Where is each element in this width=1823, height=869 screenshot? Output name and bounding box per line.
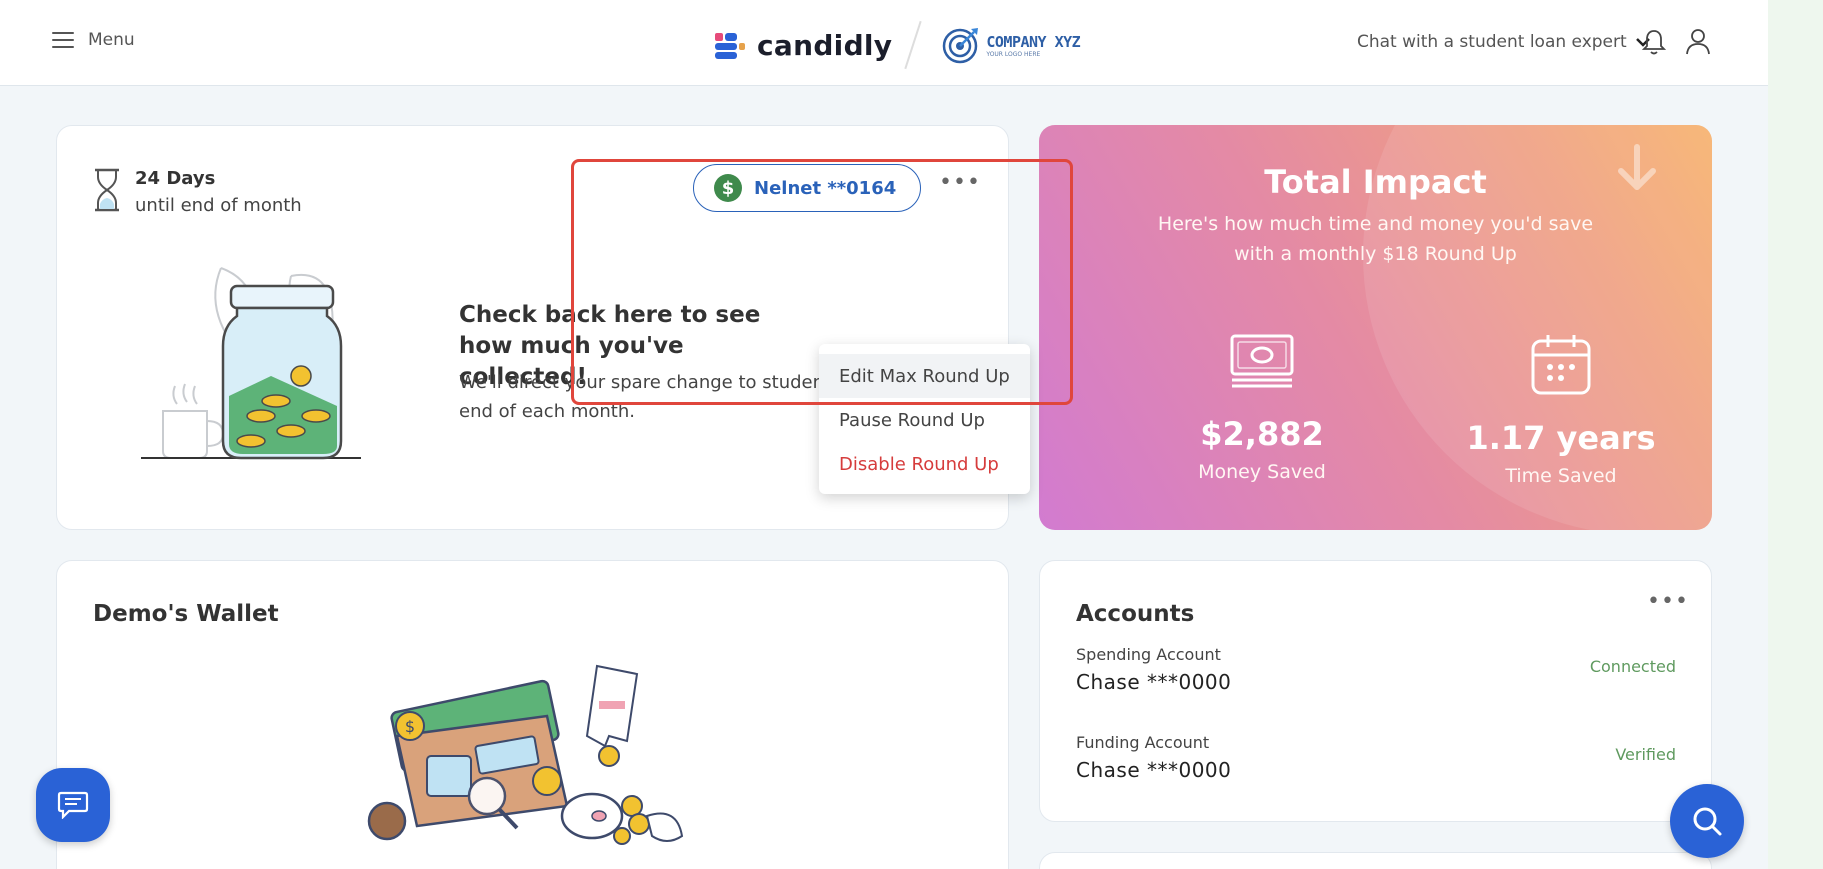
next-card-partial (1039, 852, 1712, 869)
svg-text:$: $ (405, 717, 415, 736)
wallet-title: Demo's Wallet (93, 601, 279, 627)
money-saved-stat: $2,882 Money Saved (1142, 333, 1382, 483)
top-header: Menu candidly COMPANY XYZ YOUR LOGO HERE… (0, 0, 1768, 86)
spending-account-status: Connected (1589, 657, 1676, 676)
brand-logos: candidly COMPANY XYZ YOUR LOGO HERE (715, 20, 1081, 70)
wallet-illustration: $ (367, 664, 684, 845)
money-stack-icon (1230, 334, 1294, 388)
days-remaining: 24 Days until end of month (93, 168, 302, 216)
hourglass-icon (95, 168, 119, 212)
spending-account-value: Chase ***0000 (1076, 670, 1232, 694)
company-name: COMPANY XYZ (986, 32, 1081, 51)
pause-round-up-item[interactable]: Pause Round Up (819, 398, 1030, 442)
search-fab-button[interactable] (1670, 784, 1744, 858)
candidly-logo-icon (715, 30, 745, 60)
roundup-card: 24 Days until end of month $ Nelnet **01… (56, 125, 1030, 530)
days-count: 24 Days (135, 168, 216, 189)
days-caption: until end of month (135, 195, 302, 216)
accounts-more-options-icon[interactable]: ••• (1647, 591, 1689, 613)
accounts-title: Accounts (1076, 601, 1195, 627)
wallet-card: Demo's Wallet $ (56, 560, 1009, 869)
funding-account-status: Verified (1615, 745, 1676, 764)
impact-title: Total Impact (1264, 163, 1487, 201)
roundup-options-menu: Edit Max Round Up Pause Round Up Disable… (819, 344, 1030, 494)
calendar-icon (1531, 335, 1591, 395)
chat-fab-button[interactable] (36, 768, 110, 842)
money-saved-value: $2,882 (1200, 415, 1324, 453)
time-saved-stat: 1.17 years Time Saved (1441, 333, 1681, 487)
disable-round-up-item[interactable]: Disable Round Up (819, 442, 1030, 486)
company-logo: COMPANY XYZ YOUR LOGO HERE (942, 26, 1081, 64)
chat-expert-dropdown[interactable]: Chat with a student loan expert (1357, 32, 1651, 52)
target-icon (943, 28, 979, 64)
company-tagline: YOUR LOGO HERE (986, 50, 1041, 58)
spending-account-row: Spending Account Chase ***0000 Connected (1076, 645, 1676, 694)
accounts-card: Accounts ••• Spending Account Chase ***0… (1039, 560, 1712, 822)
impact-subtitle: Here's how much time and money you'd sav… (1157, 213, 1594, 265)
lender-chip-button[interactable]: $ Nelnet **0164 (693, 164, 922, 212)
dollar-coin-icon: $ (714, 174, 742, 202)
coin-jar-illustration (141, 267, 361, 460)
menu-button[interactable]: Menu (52, 30, 135, 50)
brand-name: candidly (757, 28, 893, 62)
brand-divider (904, 20, 923, 70)
funding-account-label: Funding Account (1076, 733, 1210, 752)
chat-expert-label: Chat with a student loan expert (1357, 32, 1627, 52)
funding-account-value: Chase ***0000 (1076, 758, 1232, 782)
search-icon (1693, 807, 1722, 836)
lender-chip-label: Nelnet **0164 (754, 177, 897, 199)
menu-icon (52, 32, 74, 48)
time-saved-value: 1.17 years (1466, 419, 1656, 457)
time-saved-label: Time Saved (1505, 465, 1617, 487)
edit-max-round-up-item[interactable]: Edit Max Round Up (819, 354, 1030, 398)
spending-account-label: Spending Account (1076, 645, 1221, 664)
app-root: Menu candidly COMPANY XYZ YOUR LOGO HERE… (0, 0, 1768, 869)
money-saved-label: Money Saved (1198, 461, 1326, 483)
right-margin-panel (1768, 0, 1823, 869)
bell-icon[interactable] (1641, 28, 1670, 56)
chat-bubble-icon (57, 791, 89, 819)
funding-account-row: Funding Account Chase ***0000 Verified (1076, 733, 1676, 782)
total-impact-card: Total Impact Here's how much time and mo… (1039, 125, 1712, 530)
roundup-more-options-icon[interactable]: ••• (939, 172, 981, 194)
user-icon[interactable] (1685, 28, 1713, 56)
menu-label: Menu (88, 30, 135, 50)
